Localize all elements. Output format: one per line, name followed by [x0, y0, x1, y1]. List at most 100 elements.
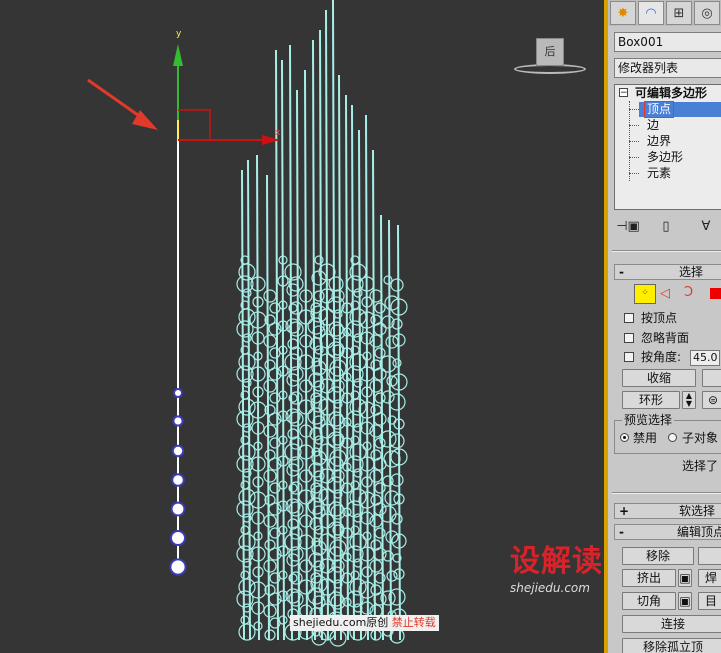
stack-item-border[interactable]: 边界 — [647, 134, 671, 149]
weld-button[interactable]: 焊 — [698, 569, 721, 587]
modify-tab[interactable]: ◠ — [638, 1, 664, 25]
preview-disabled-label: 禁用 — [633, 431, 658, 445]
bead — [374, 482, 386, 494]
bead — [369, 559, 383, 573]
make-unique-icon[interactable]: ∀ — [694, 216, 718, 236]
vertex-mode-button[interactable]: ⁘ — [634, 284, 656, 304]
bead — [350, 435, 360, 445]
vertex-marker — [170, 501, 186, 517]
strand — [351, 104, 355, 641]
stack-item-polygon[interactable]: 多边形 — [647, 150, 683, 165]
strand — [281, 59, 285, 641]
chamfer-settings-button[interactable]: ▣ — [678, 592, 692, 610]
vertex-marker — [169, 558, 187, 576]
stack-branch — [629, 125, 639, 127]
loop-button[interactable]: ⊜ — [702, 391, 721, 409]
polygon-mode-icon[interactable] — [710, 288, 721, 299]
hierarchy-tab[interactable]: ⊞ — [666, 1, 692, 25]
stack-item-element[interactable]: 元素 — [647, 166, 671, 181]
viewcube[interactable]: 后 — [514, 38, 586, 78]
credit-site: shejiedu.com — [293, 616, 367, 629]
target-weld-button[interactable]: 目 — [698, 592, 721, 610]
create-tab[interactable]: ✸ — [610, 1, 636, 25]
strand — [332, 0, 336, 641]
bead — [238, 353, 256, 371]
bead — [240, 615, 250, 625]
border-mode-icon[interactable]: Ɔ — [684, 285, 693, 300]
preview-subobject-radio[interactable] — [668, 433, 677, 442]
grow-button[interactable] — [702, 369, 721, 387]
credit-original: 原创 — [366, 616, 389, 629]
remove-button[interactable]: 移除 — [622, 547, 694, 565]
extrude-button[interactable]: 挤出 — [622, 569, 676, 587]
stack-collapse-icon[interactable]: − — [619, 88, 628, 98]
bead — [353, 288, 363, 298]
bead — [263, 514, 277, 528]
bead — [310, 572, 322, 584]
bead — [263, 334, 277, 348]
plane-handle — [178, 109, 211, 140]
bead — [389, 628, 405, 644]
bead — [381, 390, 395, 404]
bead — [238, 398, 256, 416]
bead — [310, 482, 322, 494]
vertex-marker — [171, 444, 185, 458]
by-angle-checkbox[interactable] — [624, 352, 634, 362]
modifier-list-dropdown[interactable]: 修改器列表 — [614, 58, 721, 78]
stack-branch — [629, 109, 639, 111]
watermark-logo: 设解读 — [510, 544, 603, 579]
strand — [241, 169, 245, 641]
axis-y-label: y — [176, 29, 182, 39]
vertex-marker — [173, 388, 183, 398]
viewcube-face[interactable]: 后 — [536, 38, 564, 66]
bead — [349, 488, 367, 506]
bead — [310, 302, 322, 314]
edit-vertices-rollout-header[interactable]: - 编辑顶点 — [614, 524, 721, 540]
show-end-result-icon[interactable]: ▯ — [654, 216, 678, 236]
angle-spinner[interactable]: 45.0 — [690, 350, 720, 366]
stack-item-editable-poly[interactable]: 可编辑多边形 — [635, 86, 707, 101]
divider — [612, 250, 721, 252]
selection-rollout-header[interactable]: - 选择 — [614, 264, 721, 280]
bead — [263, 424, 277, 438]
stack-item-edge[interactable]: 边 — [647, 118, 659, 133]
edge-mode-icon[interactable]: ◁ — [660, 286, 670, 301]
bead — [369, 289, 383, 303]
watermark: 设解读 shejiedu.com — [510, 544, 630, 596]
bead — [242, 333, 252, 343]
bead — [238, 488, 256, 506]
soft-selection-rollout-title: 软选择 — [679, 504, 716, 518]
strand — [296, 89, 300, 641]
bead — [238, 443, 256, 461]
ignore-backfacing-checkbox[interactable] — [624, 333, 634, 343]
preview-subobject-label: 子对象 — [682, 431, 719, 445]
bead — [369, 379, 383, 393]
soft-selection-rollout-header[interactable]: + 软选择 — [614, 503, 721, 519]
bead — [374, 347, 386, 359]
motion-tab[interactable]: ◎ — [694, 1, 720, 25]
divider — [612, 492, 721, 494]
preview-disabled-radio[interactable] — [620, 433, 629, 442]
bead — [240, 480, 250, 490]
shrink-button[interactable]: 收缩 — [622, 369, 696, 387]
break-button[interactable] — [698, 547, 721, 565]
extrude-settings-button[interactable]: ▣ — [678, 569, 692, 587]
stack-item-vertex[interactable]: 顶点 — [643, 101, 675, 118]
bead — [390, 278, 404, 292]
by-vertex-checkbox[interactable] — [624, 313, 634, 323]
command-panel-tabs: ✸ ◠ ⊞ ◎ — [608, 0, 721, 26]
stack-branch — [629, 173, 639, 175]
connect-button[interactable]: 连接 — [622, 615, 721, 633]
chamfer-button[interactable]: 切角 — [622, 592, 676, 610]
object-name-field[interactable]: Box001 — [614, 32, 721, 52]
bead — [373, 322, 387, 336]
credit-forbid: 禁止转载 — [391, 616, 436, 629]
bead — [370, 629, 382, 641]
ring-spinner[interactable]: ▲ ▼ — [682, 391, 696, 409]
ring-button[interactable]: 环形 — [622, 391, 680, 409]
ignore-backfacing-label: 忽略背面 — [641, 331, 690, 345]
remove-isolated-vertices-button[interactable]: 移除孤立顶 — [622, 638, 721, 653]
axis-x-label: x — [275, 128, 281, 138]
bead — [327, 431, 345, 449]
pin-stack-icon[interactable]: ⊣▣ — [616, 216, 640, 236]
